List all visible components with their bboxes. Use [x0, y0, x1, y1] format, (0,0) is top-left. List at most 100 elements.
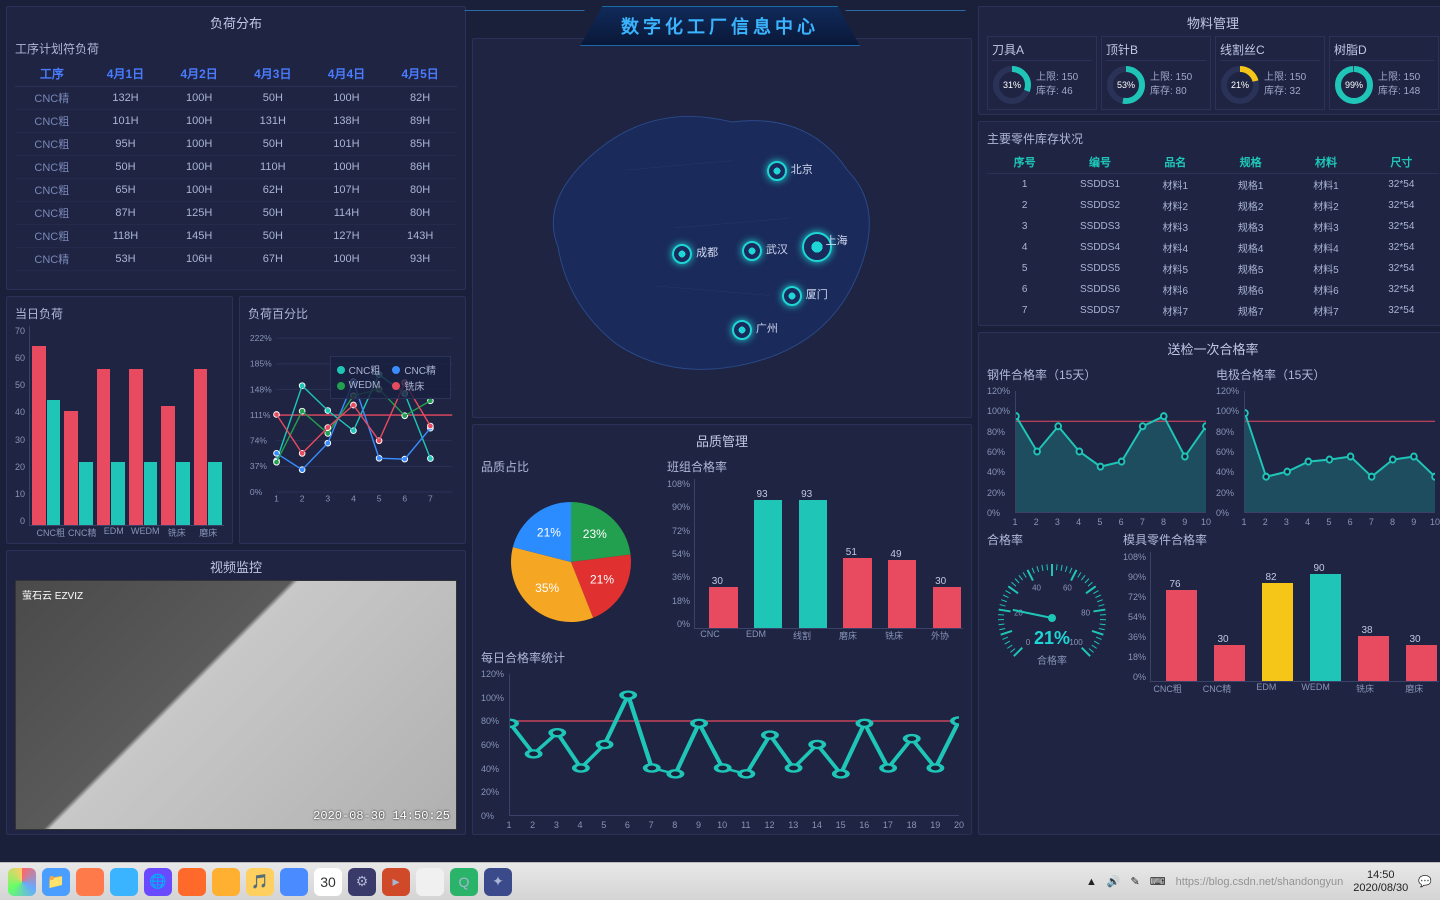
inspection-panel: 送检一次合格率 钢件合格率（15天） 0%20%40%60%80%100%120…	[978, 332, 1440, 835]
svg-text:4: 4	[351, 494, 356, 504]
svg-text:21%: 21%	[590, 572, 614, 586]
table-row: 5SSDDS5材料5规格5材料532*54	[987, 258, 1439, 279]
quality-pie-chart: 23% 21% 35% 21%	[496, 487, 646, 637]
materials-title: 物料管理	[987, 11, 1439, 36]
svg-text:35%: 35%	[535, 581, 559, 595]
terminal-icon[interactable]: ▸	[382, 868, 410, 896]
map-city-厦门[interactable]: 厦门	[782, 286, 802, 306]
watermark: https://blog.csdn.net/shandongyun	[1176, 876, 1344, 888]
daily-stats-chart: 0%20%40%60%80%100%120%123456789101112131…	[481, 670, 963, 830]
app-icon-5[interactable]	[280, 868, 308, 896]
electrode-title: 电极合格率（15天）	[1216, 362, 1439, 387]
svg-text:222%: 222%	[250, 333, 272, 343]
steel-title: 钢件合格率（15天）	[987, 362, 1210, 387]
team-rate-title: 班组合格率	[667, 454, 963, 479]
app-icon-7[interactable]	[416, 868, 444, 896]
material-card: 刀具A31%上限: 150库存: 46	[987, 36, 1097, 110]
app-icon-1[interactable]	[76, 868, 104, 896]
table-row: CNC粗87H125H50H114H80H	[15, 202, 457, 225]
table-row: CNC粗101H100H131H138H89H	[15, 110, 457, 133]
table-row: 1SSDDS1材料1规格1材料132*54	[987, 174, 1439, 196]
table-row: CNC精132H100H50H100H82H	[15, 87, 457, 110]
app-icon-6[interactable]: ⚙	[348, 868, 376, 896]
stock-title: 主要零件库存状况	[987, 126, 1439, 151]
video-timestamp: 2020-08-30 14:50:25	[313, 809, 450, 823]
table-row: 4SSDDS4材料4规格4材料432*54	[987, 237, 1439, 258]
map-panel[interactable]: 北京上海 武汉 成都厦门广州	[472, 38, 972, 418]
load-percent-panel: 负荷百分比 0%37%74%111%148%185%222%1234567 CN…	[239, 296, 466, 544]
tray-volume-icon[interactable]: 🔊	[1107, 875, 1121, 888]
load-distribution-panel: 负荷分布 工序计划符负荷 工序4月1日4月2日4月3日4月4日4月5日 CNC精…	[6, 6, 466, 290]
header-title: 数字化工厂信息中心	[580, 6, 860, 46]
daily-load-title: 当日负荷	[15, 301, 224, 326]
svg-text:21%: 21%	[537, 526, 561, 540]
daily-stats-title: 每日合格率统计	[481, 645, 963, 670]
tray-keyboard-icon[interactable]: ⌨	[1150, 875, 1166, 888]
tray-up-icon[interactable]: ▲	[1086, 876, 1097, 888]
svg-text:40: 40	[1032, 584, 1041, 593]
app-icon-3[interactable]	[178, 868, 206, 896]
map-city-上海[interactable]: 上海	[802, 232, 832, 262]
app-icon-4[interactable]	[212, 868, 240, 896]
electrode-chart: 0%20%40%60%80%100%120%12345678910	[1216, 387, 1439, 527]
pie-title: 品质占比	[481, 454, 661, 479]
table-row: 3SSDDS3材料3规格3材料332*54	[987, 216, 1439, 237]
svg-text:60: 60	[1063, 584, 1072, 593]
svg-text:185%: 185%	[250, 359, 272, 369]
map-city-成都[interactable]: 成都	[672, 244, 692, 264]
video-logo: 萤石云 EZVIZ	[22, 587, 83, 602]
svg-text:23%: 23%	[583, 527, 607, 541]
stock-panel: 主要零件库存状况 序号编号品名规格材料尺寸 1SSDDS1材料1规格1材料132…	[978, 121, 1440, 326]
map-city-北京[interactable]: 北京	[767, 161, 787, 181]
music-icon[interactable]: 🎵	[246, 868, 274, 896]
material-card: 顶针B53%上限: 150库存: 80	[1101, 36, 1211, 110]
table-row: 6SSDDS6材料6规格6材料632*54	[987, 279, 1439, 300]
svg-text:111%: 111%	[250, 410, 271, 420]
svg-text:37%: 37%	[250, 461, 268, 471]
material-card: 树脂D99%上限: 150库存: 148	[1329, 36, 1439, 110]
materials-panel: 物料管理 刀具A31%上限: 150库存: 46顶针B53%上限: 150库存:…	[978, 6, 1440, 115]
svg-text:5: 5	[377, 494, 382, 504]
load-table: 工序4月1日4月2日4月3日4月4日4月5日 CNC精132H100H50H10…	[15, 61, 457, 271]
svg-text:80: 80	[1081, 609, 1090, 618]
svg-text:7: 7	[428, 494, 433, 504]
svg-text:74%: 74%	[250, 436, 268, 446]
stock-table: 序号编号品名规格材料尺寸 1SSDDS1材料1规格1材料132*542SSDDS…	[987, 151, 1439, 321]
table-row: CNC精53H106H67H100H93H	[15, 248, 457, 271]
app-icon-2[interactable]	[110, 868, 138, 896]
app-icon-8[interactable]: Q	[450, 868, 478, 896]
video-feed[interactable]: 萤石云 EZVIZ 2020-08-30 14:50:25	[15, 580, 457, 830]
pass-rate-gauge: 020406080100 21% 合格率	[992, 558, 1112, 678]
load-title: 负荷分布	[15, 11, 457, 36]
inspection-title: 送检一次合格率	[987, 337, 1439, 362]
svg-text:3: 3	[325, 494, 330, 504]
app-icon-9[interactable]: ✦	[484, 868, 512, 896]
video-panel: 视频监控 萤石云 EZVIZ 2020-08-30 14:50:25	[6, 550, 466, 835]
map-city-武汉[interactable]: 武汉	[742, 241, 762, 261]
taskbar-clock[interactable]: 14:502020/08/30	[1353, 869, 1408, 893]
load-percent-title: 负荷百分比	[248, 301, 457, 326]
taskbar[interactable]: 📁 🌐 🎵 30 ⚙ ▸ Q ✦ ▲ 🔊 ✎ ⌨ https://blog.cs…	[0, 862, 1440, 900]
quality-title: 品质管理	[481, 429, 963, 454]
files-icon[interactable]: 📁	[42, 868, 70, 896]
svg-text:2: 2	[300, 494, 305, 504]
daily-load-panel: 当日负荷 706050403020100 CNC粗CNC精EDMWEDM铣床磨床	[6, 296, 233, 544]
video-title: 视频监控	[15, 555, 457, 580]
start-icon[interactable]	[8, 868, 36, 896]
material-card: 线割丝C21%上限: 150库存: 32	[1215, 36, 1325, 110]
plan-subtitle: 工序计划符负荷	[15, 36, 457, 61]
tray-notification-icon[interactable]: 💬	[1418, 875, 1432, 888]
map-city-广州[interactable]: 广州	[732, 320, 752, 340]
china-map	[481, 43, 963, 413]
table-row: CNC粗95H100H50H101H85H	[15, 133, 457, 156]
table-row: CNC粗50H100H110H100H86H	[15, 156, 457, 179]
steel-chart: 0%20%40%60%80%100%120%12345678910	[987, 387, 1210, 527]
tray-pen-icon[interactable]: ✎	[1131, 875, 1140, 888]
table-row: 7SSDDS7材料7规格7材料732*54	[987, 300, 1439, 321]
calendar-icon[interactable]: 30	[314, 868, 342, 896]
table-row: CNC粗65H100H62H107H80H	[15, 179, 457, 202]
mold-rate-title: 模具零件合格率	[1123, 527, 1439, 552]
table-row: 2SSDDS2材料2规格2材料232*54	[987, 195, 1439, 216]
browser-icon[interactable]: 🌐	[144, 868, 172, 896]
svg-text:0%: 0%	[250, 487, 263, 497]
